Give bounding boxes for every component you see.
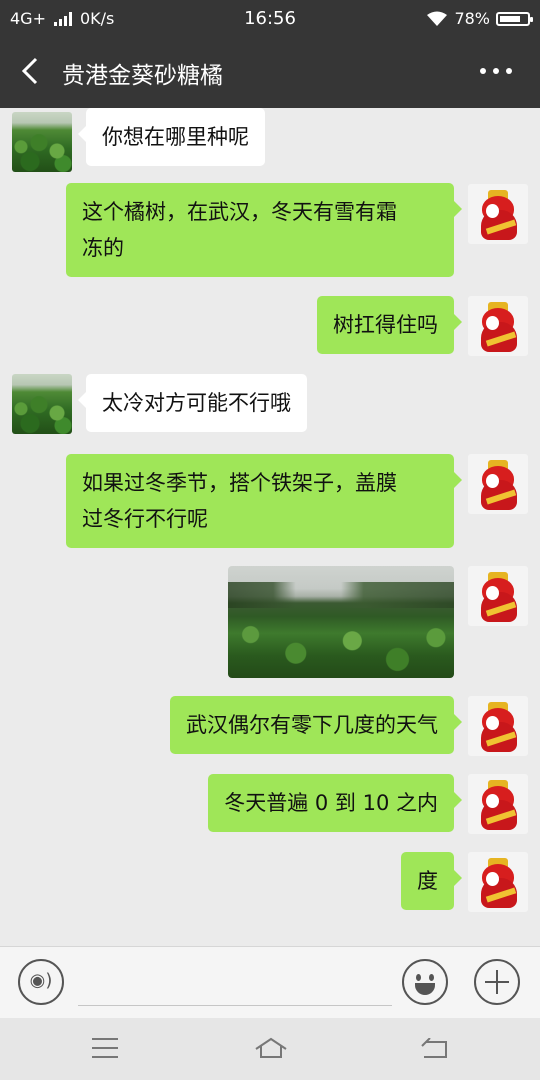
- status-right: 78%: [426, 9, 533, 28]
- message-text: 度: [417, 869, 438, 893]
- message-bubble-sent[interactable]: 如果过冬季节，搭个铁架子，盖膜 过冬行不行呢: [66, 454, 462, 548]
- message-bubble-sent[interactable]: 度: [401, 852, 462, 910]
- message-text: 你想在哪里种呢: [102, 125, 249, 149]
- message-bubble-sent[interactable]: 武汉偶尔有零下几度的天气: [170, 696, 462, 754]
- menu-icon[interactable]: [92, 1038, 118, 1060]
- input-bar: ◉): [0, 946, 540, 1018]
- message-bubble-sent[interactable]: 这个橘树，在武汉，冬天有雪有霜 冻的: [66, 183, 462, 277]
- message-bubble-sent[interactable]: 树扛得住吗: [317, 296, 462, 354]
- message-input[interactable]: [78, 963, 392, 1006]
- message-text-line: 冻的: [82, 236, 124, 260]
- emoji-icon[interactable]: [402, 959, 448, 1005]
- message-text: 太冷对方可能不行哦: [102, 391, 291, 415]
- message-text: 武汉偶尔有零下几度的天气: [186, 713, 438, 737]
- battery-percent: 78%: [454, 9, 490, 28]
- message-text-line: 这个橘树，在武汉，冬天有雪有霜: [82, 200, 397, 224]
- chat-header: 贵港金葵砂糖橘: [0, 36, 540, 108]
- system-nav-bar: [0, 1018, 540, 1080]
- own-avatar[interactable]: [468, 566, 528, 626]
- message-text: 树扛得住吗: [333, 313, 438, 337]
- voice-icon[interactable]: ◉): [18, 959, 64, 1005]
- own-avatar[interactable]: [468, 296, 528, 356]
- status-bar: 4G+ 0K/s 16:56 78%: [0, 0, 540, 36]
- own-avatar[interactable]: [468, 696, 528, 756]
- chevron-left-icon[interactable]: [18, 56, 44, 86]
- plus-icon[interactable]: [474, 959, 520, 1005]
- more-dots-icon[interactable]: [480, 68, 512, 74]
- own-avatar[interactable]: [468, 184, 528, 244]
- own-avatar[interactable]: [468, 774, 528, 834]
- message-bubble-received[interactable]: 太冷对方可能不行哦: [78, 374, 307, 432]
- battery-icon: [496, 11, 533, 26]
- message-text-line: 如果过冬季节，搭个铁架子，盖膜: [82, 471, 397, 495]
- voice-symbol: ◉): [29, 970, 53, 991]
- back-icon[interactable]: [420, 1038, 448, 1060]
- message-text-line: 过冬行不行呢: [82, 507, 208, 531]
- own-avatar[interactable]: [468, 852, 528, 912]
- message-bubble-received[interactable]: 你想在哪里种呢: [78, 108, 265, 166]
- orchard-photo[interactable]: [228, 566, 454, 678]
- message-list[interactable]: 你想在哪里种呢 这个橘树，在武汉，冬天有雪有霜 冻的 树扛得住吗 太冷对方可能不…: [0, 108, 540, 946]
- wifi-icon: [427, 11, 448, 26]
- battery-fill: [500, 15, 521, 22]
- own-avatar[interactable]: [468, 454, 528, 514]
- message-text: 冬天普遍 0 到 10 之内: [224, 791, 438, 815]
- contact-avatar[interactable]: [12, 112, 72, 172]
- message-bubble-sent[interactable]: 冬天普遍 0 到 10 之内: [208, 774, 462, 832]
- chat-title: 贵港金葵砂糖橘: [62, 63, 223, 89]
- home-icon[interactable]: [254, 1036, 288, 1060]
- contact-avatar[interactable]: [12, 374, 72, 434]
